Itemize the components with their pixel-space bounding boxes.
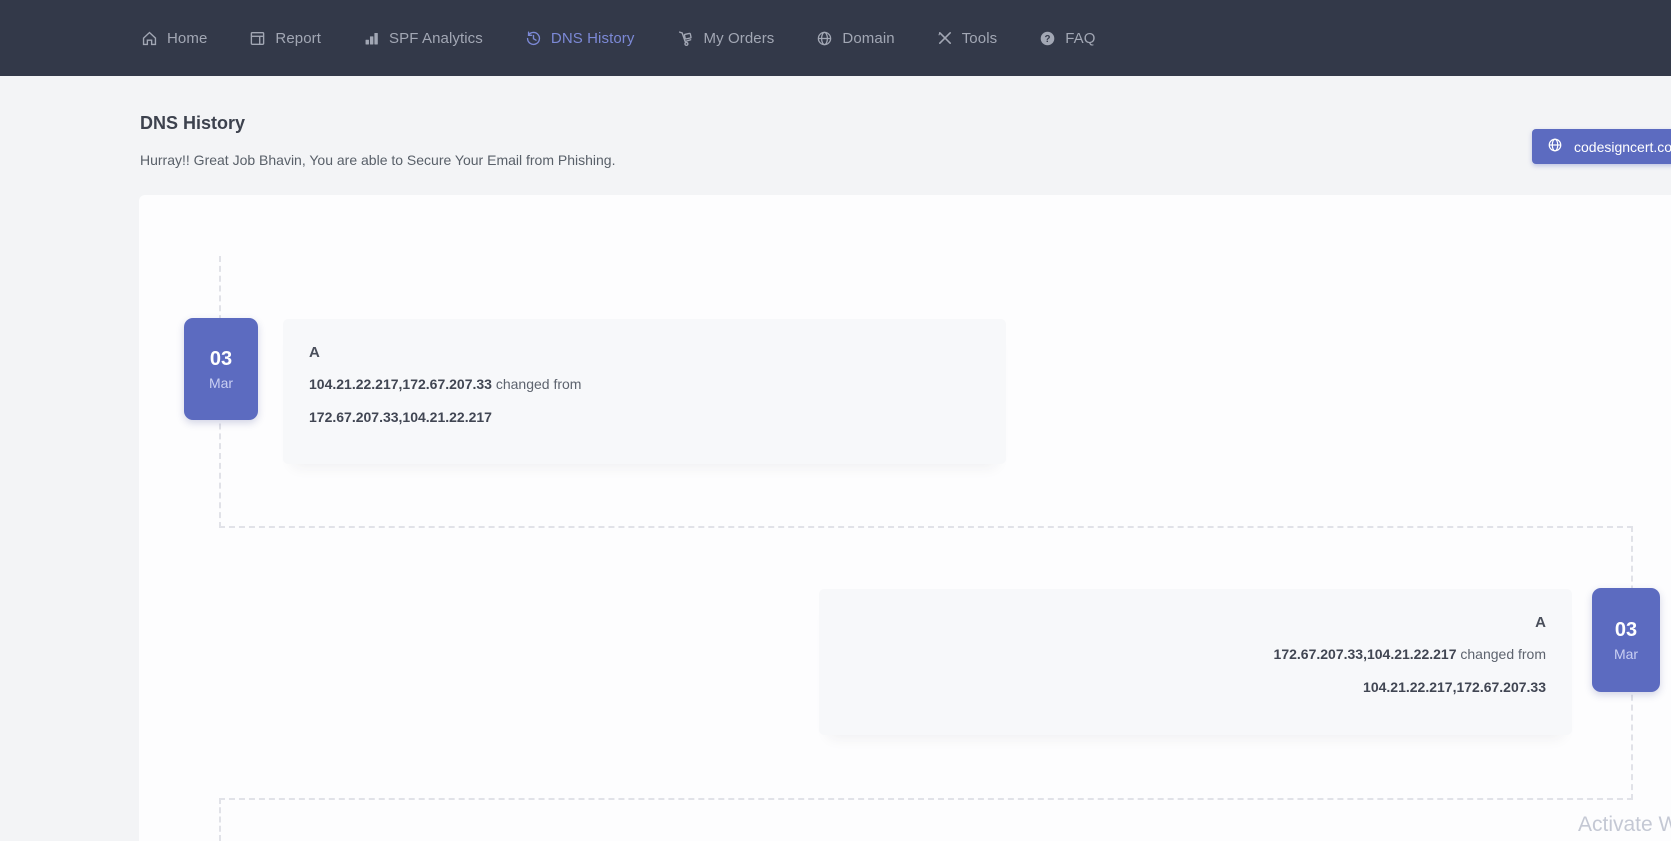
nav-item-report[interactable]: Report bbox=[249, 30, 321, 47]
activate-windows-watermark: Activate Wi bbox=[1578, 813, 1671, 837]
tools-icon bbox=[937, 30, 953, 46]
nav-item-spf-analytics[interactable]: SPF Analytics bbox=[363, 30, 483, 47]
nav-item-my-orders[interactable]: My Orders bbox=[677, 30, 775, 47]
record-change-line: 172.67.207.33,104.21.22.217 changed from bbox=[845, 644, 1546, 664]
nav-item-label: Home bbox=[167, 30, 207, 47]
nav-item-domain[interactable]: Domain bbox=[816, 30, 894, 47]
history-icon bbox=[525, 30, 542, 47]
timeline-rail-connector-top bbox=[219, 526, 1633, 528]
dns-history-screen: Home Report SPF Analytics bbox=[0, 0, 1671, 841]
record-connector: changed from bbox=[496, 376, 582, 392]
nav-item-dns-history[interactable]: DNS History bbox=[525, 30, 635, 47]
date-month: Mar bbox=[209, 376, 233, 390]
date-month: Mar bbox=[1614, 647, 1638, 661]
svg-text:?: ? bbox=[1045, 34, 1051, 45]
record-old-value: 172.67.207.33,104.21.22.217 bbox=[309, 409, 492, 425]
home-icon bbox=[141, 30, 158, 47]
record-connector: changed from bbox=[1460, 646, 1546, 662]
timeline-rail-connector-bottom bbox=[219, 798, 1633, 800]
globe-icon bbox=[1547, 137, 1563, 156]
nav-item-label: DNS History bbox=[551, 30, 635, 47]
faq-icon: ? bbox=[1039, 30, 1056, 47]
report-icon bbox=[249, 30, 266, 47]
record-change-line: 104.21.22.217,172.67.207.33 changed from bbox=[309, 374, 980, 394]
nav-item-label: My Orders bbox=[704, 30, 775, 47]
record-type: A bbox=[309, 344, 980, 361]
dns-history-panel bbox=[139, 195, 1671, 841]
timeline-rail-left-bottom bbox=[219, 798, 221, 841]
dns-change-card[interactable]: A 172.67.207.33,104.21.22.217 changed fr… bbox=[819, 589, 1572, 735]
orders-icon bbox=[677, 30, 695, 47]
timeline-date-badge: 03 Mar bbox=[184, 318, 258, 420]
domain-selector-button[interactable]: codesigncert.co bbox=[1532, 129, 1671, 164]
top-navbar: Home Report SPF Analytics bbox=[0, 0, 1671, 76]
record-old-value: 104.21.22.217,172.67.207.33 bbox=[1363, 679, 1546, 695]
nav-item-label: Domain bbox=[842, 30, 894, 47]
nav-item-label: Report bbox=[275, 30, 321, 47]
nav-item-tools[interactable]: Tools bbox=[937, 30, 998, 47]
domain-button-label: codesigncert.co bbox=[1574, 139, 1671, 155]
date-day: 03 bbox=[1615, 620, 1637, 640]
record-type: A bbox=[845, 614, 1546, 631]
globe-icon bbox=[816, 30, 833, 47]
nav-item-label: SPF Analytics bbox=[389, 30, 483, 47]
dns-change-card[interactable]: A 104.21.22.217,172.67.207.33 changed fr… bbox=[283, 319, 1006, 464]
page-subtitle: Hurray!! Great Job Bhavin, You are able … bbox=[140, 152, 616, 168]
nav-item-home[interactable]: Home bbox=[141, 30, 207, 47]
nav-item-label: Tools bbox=[962, 30, 998, 47]
analytics-icon bbox=[363, 30, 380, 47]
record-new-value: 104.21.22.217,172.67.207.33 bbox=[309, 376, 492, 392]
nav-item-label: FAQ bbox=[1065, 30, 1095, 47]
record-new-value: 172.67.207.33,104.21.22.217 bbox=[1274, 646, 1457, 662]
date-day: 03 bbox=[210, 349, 232, 369]
record-old-line: 172.67.207.33,104.21.22.217 bbox=[309, 407, 980, 427]
timeline-date-badge: 03 Mar bbox=[1592, 588, 1660, 692]
page-title: DNS History bbox=[140, 113, 245, 134]
nav-item-faq[interactable]: ? FAQ bbox=[1039, 30, 1095, 47]
record-old-line: 104.21.22.217,172.67.207.33 bbox=[845, 677, 1546, 697]
